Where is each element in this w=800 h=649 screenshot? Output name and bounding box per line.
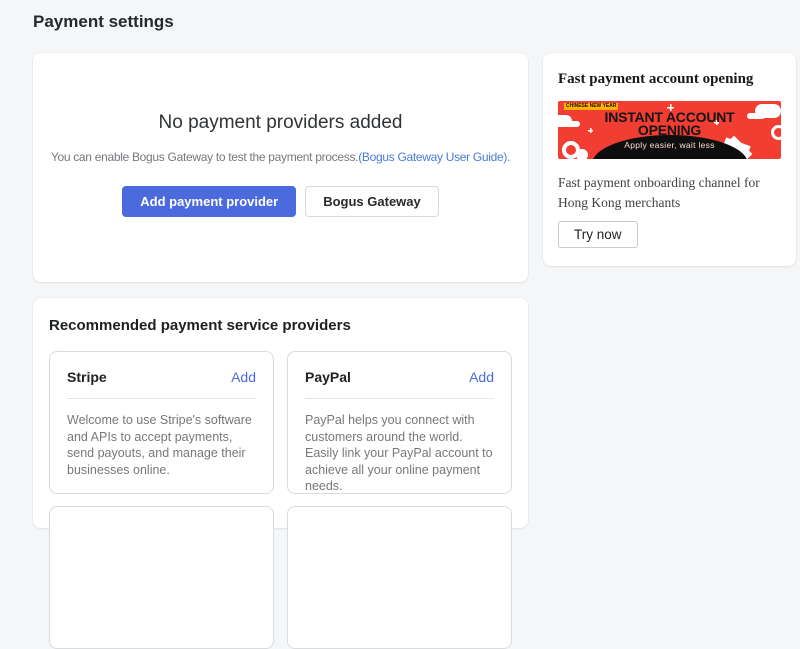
empty-state-description-text: You can enable Bogus Gateway to test the… xyxy=(50,150,359,164)
provider-card-partial xyxy=(49,506,274,649)
empty-state-description: You can enable Bogus Gateway to test the… xyxy=(33,150,528,165)
empty-state: No payment providers added You can enabl… xyxy=(33,53,528,217)
recommended-title: Recommended payment service providers xyxy=(49,317,351,334)
provider-name: Stripe xyxy=(67,369,107,385)
payment-providers-card: No payment providers added You can enabl… xyxy=(33,53,528,282)
provider-card-header: PayPal Add xyxy=(288,352,511,385)
provider-description: Welcome to use Stripe's software and API… xyxy=(67,413,252,477)
divider xyxy=(305,398,494,399)
provider-card-stripe: Stripe Add Welcome to use Stripe's softw… xyxy=(49,351,274,494)
add-payment-provider-button[interactable]: Add payment provider xyxy=(122,186,297,217)
provider-card-header: Stripe Add xyxy=(50,352,273,385)
promo-card: Fast payment account opening CHINESE NEW… xyxy=(543,53,796,266)
promo-description: Fast payment onboarding channel for Hong… xyxy=(558,175,760,211)
provider-description: PayPal helps you connect with customers … xyxy=(305,413,493,493)
bogus-gateway-guide-link[interactable]: (Bogus Gateway User Guide). xyxy=(358,150,510,164)
empty-state-title: No payment providers added xyxy=(158,112,403,133)
bogus-gateway-button[interactable]: Bogus Gateway xyxy=(305,186,439,217)
divider xyxy=(67,398,256,399)
provider-grid: Stripe Add Welcome to use Stripe's softw… xyxy=(49,351,512,649)
banner-headline: INSTANT ACCOUNT OPENING xyxy=(558,110,781,137)
provider-card-paypal: PayPal Add PayPal helps you connect with… xyxy=(287,351,512,494)
add-stripe-link[interactable]: Add xyxy=(231,369,256,385)
try-now-button[interactable]: Try now xyxy=(558,220,638,248)
empty-state-actions: Add payment provider Bogus Gateway xyxy=(33,186,528,217)
add-paypal-link[interactable]: Add xyxy=(469,369,494,385)
recommended-providers-card: Recommended payment service providers St… xyxy=(33,298,528,649)
banner-badge: CHINESE NEW YEAR xyxy=(564,103,619,110)
banner-arc: Apply easier, wait less xyxy=(591,135,748,159)
provider-name: PayPal xyxy=(305,369,351,385)
promo-banner-image[interactable]: CHINESE NEW YEAR INSTANT ACCOUNT OPENING… xyxy=(558,101,781,159)
cloud-swirl-icon xyxy=(562,141,580,159)
page-title: Payment settings xyxy=(33,12,174,31)
provider-card-partial xyxy=(287,506,512,649)
banner-tagline: Apply easier, wait less xyxy=(624,140,715,150)
promo-title: Fast payment account opening xyxy=(558,71,754,87)
